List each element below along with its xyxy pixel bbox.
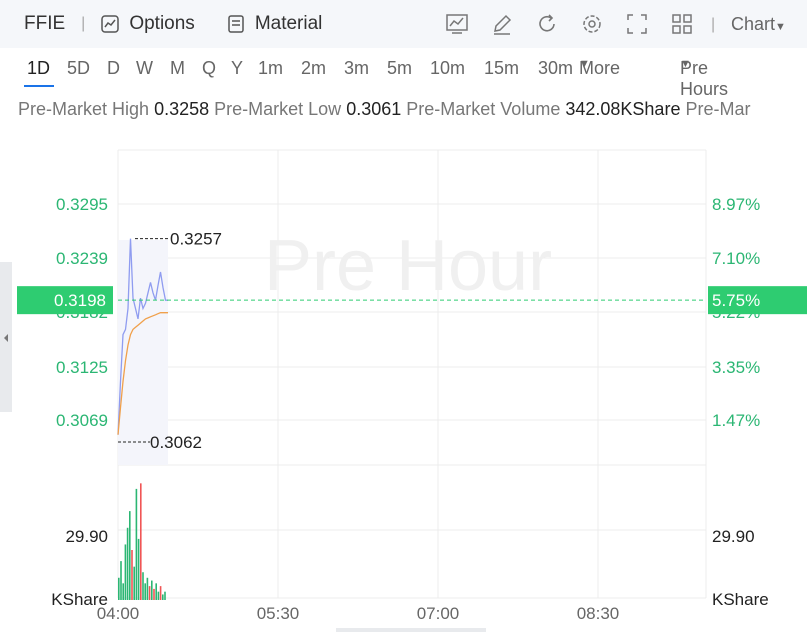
low-value: 0.3061 xyxy=(346,99,402,119)
volume-bar xyxy=(144,583,146,600)
period-3m[interactable]: 3m xyxy=(344,58,369,79)
time-tick-label: 05:30 xyxy=(257,604,300,623)
toolbar-divider-right: | xyxy=(711,16,716,33)
volume-bar xyxy=(146,577,149,600)
volume-bar xyxy=(129,511,131,600)
collapse-arrow-icon xyxy=(4,334,8,342)
symbol-title: FFIE xyxy=(24,13,66,34)
period-2m[interactable]: 2m xyxy=(301,58,326,79)
fullscreen-icon[interactable] xyxy=(626,13,648,35)
volume-bar xyxy=(120,561,122,600)
current-percent-label: 5.75% xyxy=(712,291,760,310)
volume-bar xyxy=(142,572,144,600)
layout-icon[interactable] xyxy=(671,13,693,35)
toolbar-icons xyxy=(446,13,716,35)
high-label: Pre-Market High xyxy=(18,99,150,119)
volume-bar xyxy=(162,594,164,600)
period-30m[interactable]: 30m xyxy=(538,58,573,79)
material-label: Material xyxy=(254,13,323,34)
volume-bar xyxy=(135,488,138,600)
percent-tick-label: 8.97% xyxy=(712,195,760,214)
period-M[interactable]: M xyxy=(170,58,185,79)
period-5D[interactable]: 5D xyxy=(67,58,90,79)
period-Q[interactable]: Q xyxy=(202,58,216,79)
period-selector: 1D 5D D W M Q Y 1m 2m 3m 5m 10m 15m 30m … xyxy=(0,58,807,99)
draw-icon[interactable] xyxy=(491,13,513,35)
period-10m[interactable]: 10m xyxy=(430,58,465,79)
volume-bar xyxy=(122,583,124,600)
volume-bar xyxy=(155,583,157,600)
price-tick-label: 0.3125 xyxy=(56,358,108,377)
price-tick-label: 0.3295 xyxy=(56,195,108,214)
period-Y[interactable]: Y xyxy=(231,58,243,79)
dropdown-arrow-icon: ▼ xyxy=(775,21,786,33)
options-button[interactable]: Options xyxy=(101,13,195,35)
volume-bar xyxy=(131,550,133,600)
volume-bar xyxy=(140,483,142,600)
period-5m[interactable]: 5m xyxy=(387,58,412,79)
options-label: Options xyxy=(129,13,195,34)
low-label: Pre-Market Low xyxy=(214,99,342,119)
time-tick-label: 04:00 xyxy=(97,604,140,623)
volume-value: 342.08KShare xyxy=(565,99,681,119)
period-W[interactable]: W xyxy=(136,58,153,79)
price-tick-label: 0.3239 xyxy=(56,249,108,268)
price-lines xyxy=(117,238,168,465)
options-icon xyxy=(101,15,120,33)
material-button[interactable]: Material xyxy=(227,13,323,35)
chart-type-dropdown[interactable]: Chart▼ xyxy=(731,14,786,35)
side-collapse-handle[interactable] xyxy=(0,262,12,412)
watermark: Pre Hour xyxy=(264,226,552,306)
current-price-label: 0.3198 xyxy=(54,291,106,310)
volume-unit-right: KShare xyxy=(712,590,769,609)
volume-bar xyxy=(137,538,140,600)
volume-bar xyxy=(153,588,155,600)
percent-tick-label: 7.10% xyxy=(712,249,760,268)
volume-bar xyxy=(133,566,135,600)
trailing-label: Pre-Mar xyxy=(685,99,751,119)
volume-bar xyxy=(118,577,120,600)
settings-icon[interactable] xyxy=(581,13,603,35)
chart-grid xyxy=(117,149,707,599)
period-1m[interactable]: 1m xyxy=(258,58,283,79)
volume-bar xyxy=(151,580,153,600)
volume-bars: 29.90 29.90KShare KShare xyxy=(51,483,769,609)
period-1D[interactable]: 1D xyxy=(27,58,50,79)
price-tick-label: 0.3069 xyxy=(56,411,108,430)
volume-bar xyxy=(157,591,160,600)
active-period-underline xyxy=(24,85,54,87)
chart-type-label: Chart xyxy=(731,14,776,34)
volume-bar xyxy=(124,544,127,600)
indicator-icon[interactable] xyxy=(446,13,468,35)
time-tick-label: 08:30 xyxy=(577,604,620,623)
low-annotation-label: 0.3062 xyxy=(150,433,202,452)
volume-bar xyxy=(148,586,151,600)
volume-tick-left: 29.90 xyxy=(65,527,108,546)
premarket-stats: Pre-Market High 0.3258 Pre-Market Low 0.… xyxy=(18,99,750,120)
bottom-scroll-handle[interactable] xyxy=(336,628,486,632)
price-chart[interactable]: Pre Hour 0.32950.32390.31820.31250.3069 … xyxy=(0,130,807,628)
period-15m[interactable]: 15m xyxy=(484,58,519,79)
percent-tick-label: 1.47% xyxy=(712,411,760,430)
time-tick-label: 07:00 xyxy=(417,604,460,623)
volume-bar xyxy=(164,591,166,600)
period-D[interactable]: D xyxy=(107,58,120,79)
volume-bar xyxy=(126,527,129,600)
more-arrow-icon: ▼ xyxy=(579,58,590,70)
high-value: 0.3258 xyxy=(154,99,210,119)
volume-label: Pre-Market Volume xyxy=(406,99,561,119)
session-arrow-icon: ▼ xyxy=(680,58,691,70)
top-toolbar: FFIE | Options Material | Chart▼ xyxy=(0,0,807,48)
high-annotation-label: 0.3257 xyxy=(170,230,222,249)
volume-tick-right: 29.90 xyxy=(712,527,755,546)
refresh-icon[interactable] xyxy=(536,13,558,35)
volume-bar xyxy=(159,586,162,600)
time-axis: 04:00 05:30 07:00 08:30 xyxy=(97,604,620,623)
material-icon xyxy=(228,15,244,33)
toolbar-divider: | xyxy=(81,15,86,32)
percent-tick-label: 3.35% xyxy=(712,358,760,377)
